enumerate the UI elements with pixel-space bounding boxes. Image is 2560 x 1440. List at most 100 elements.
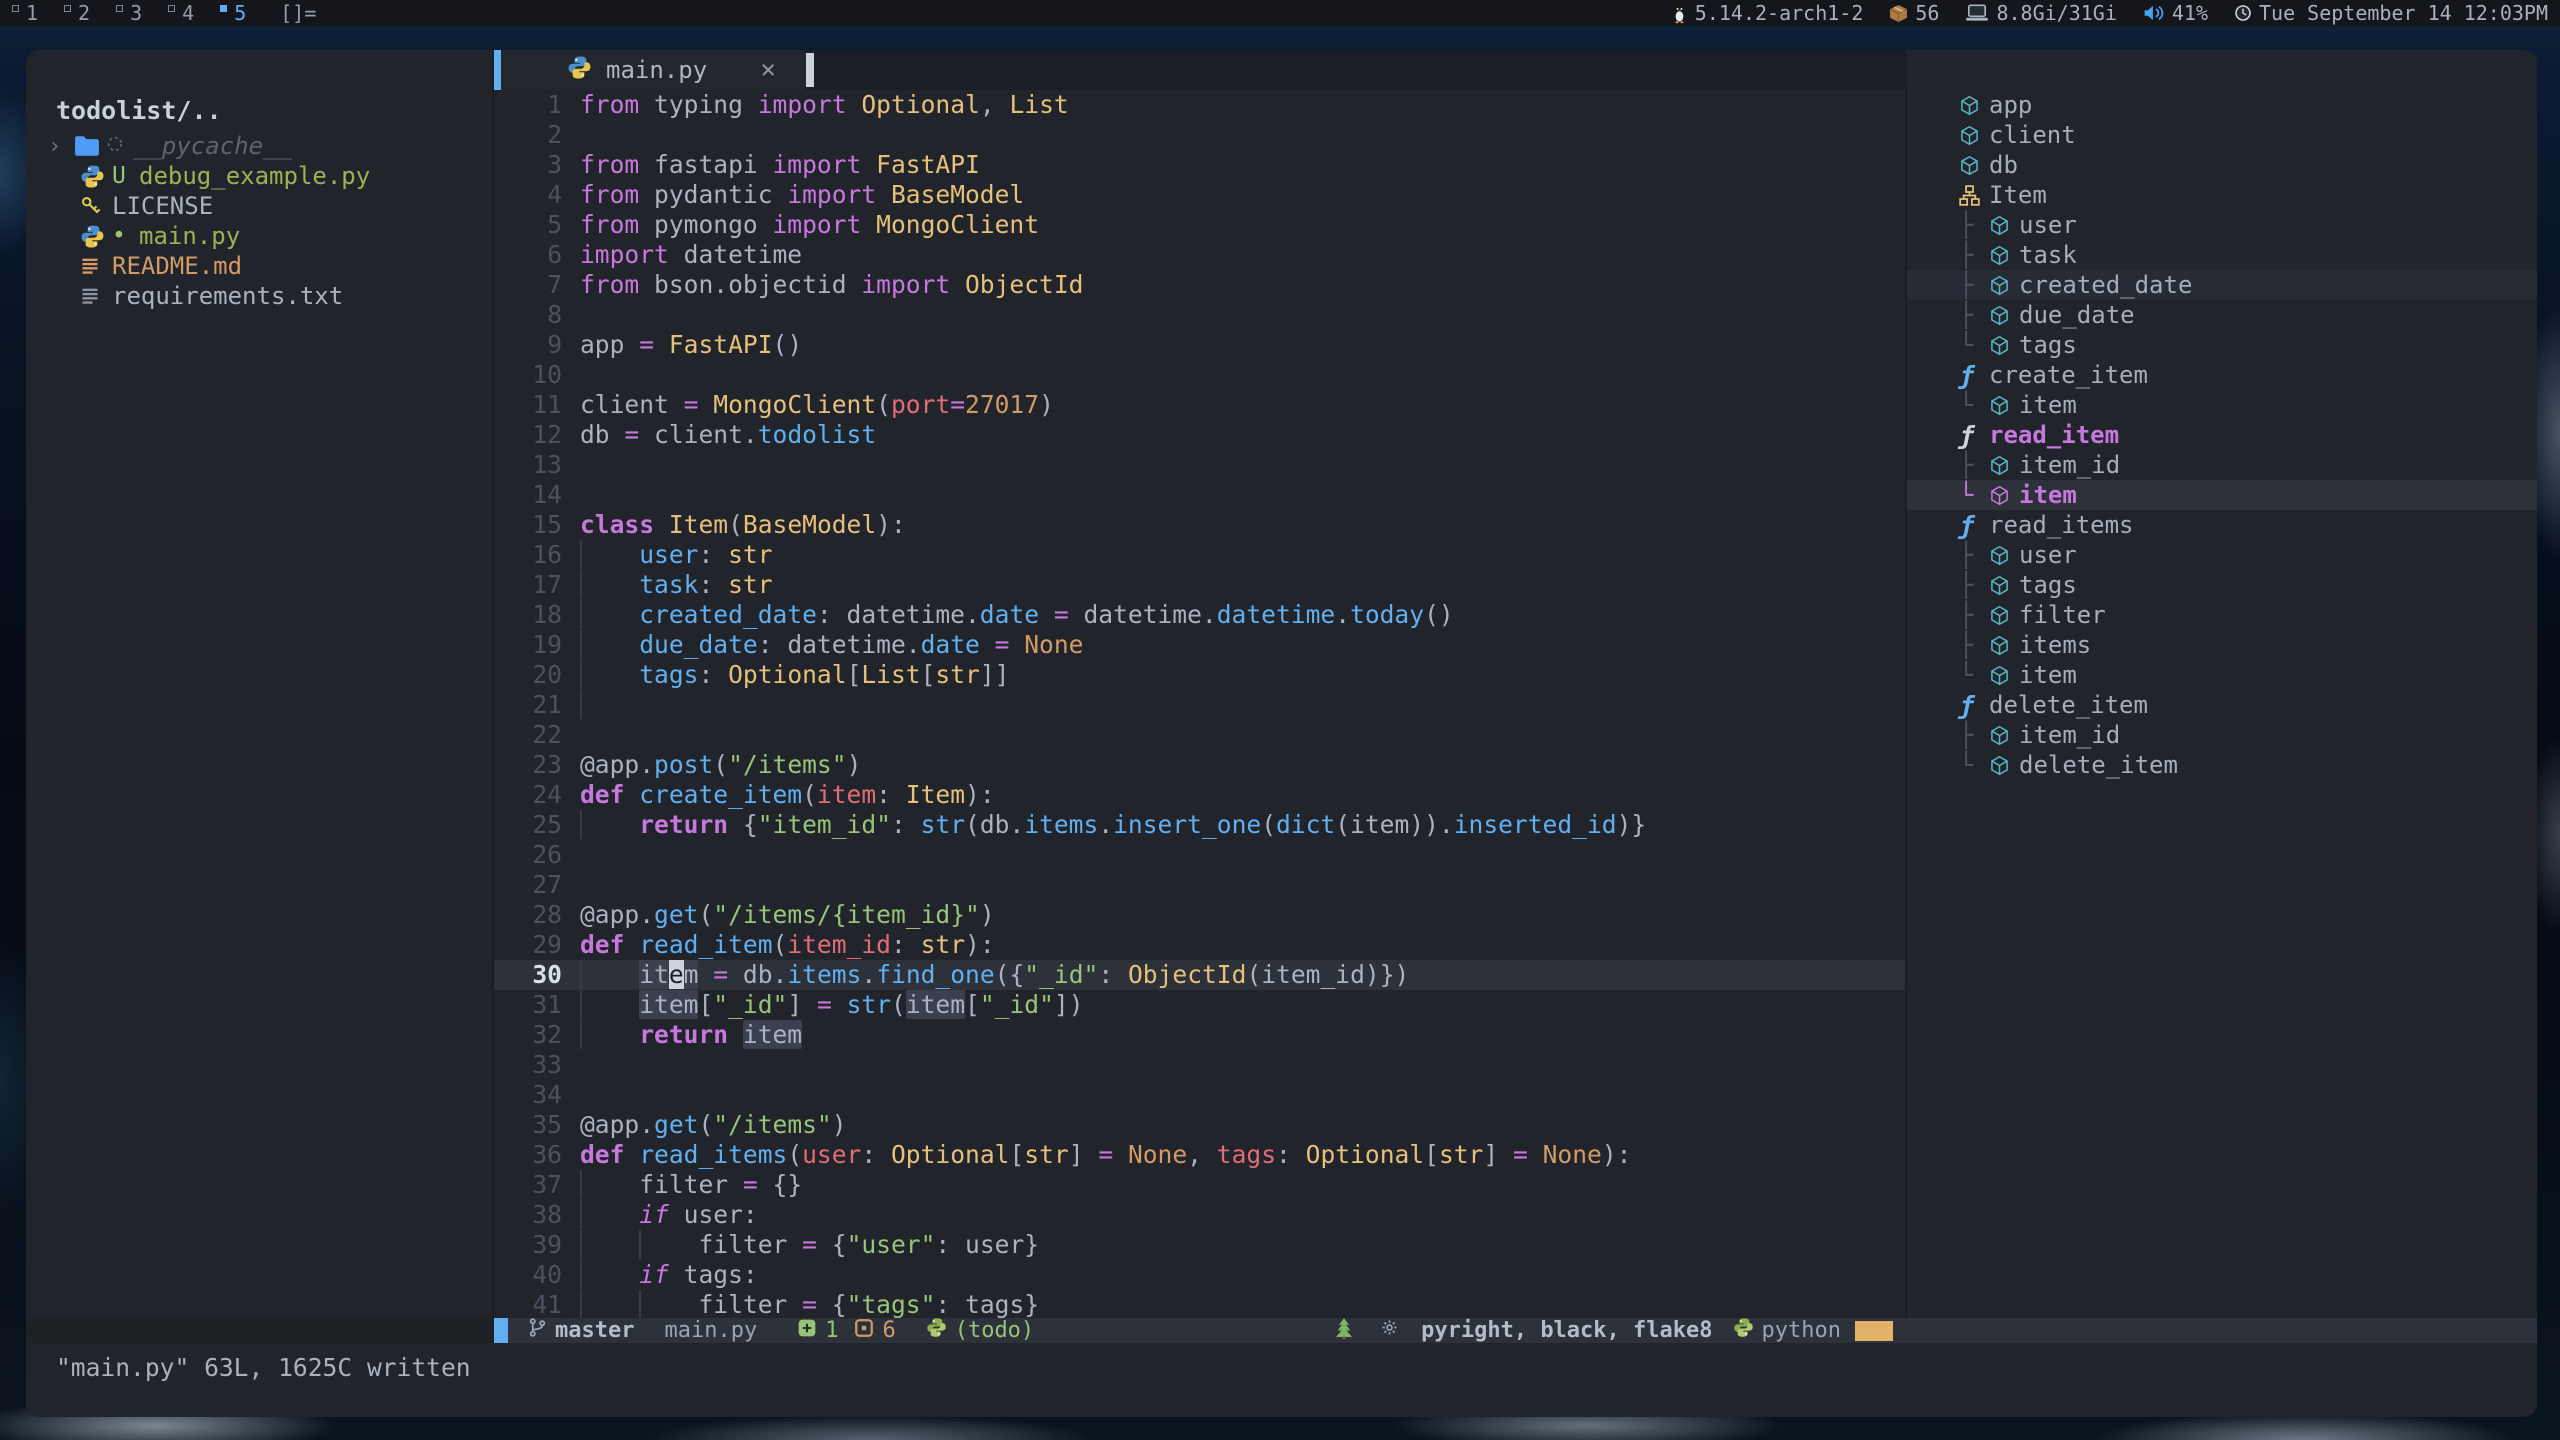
git-changed-segment: 6: [854, 1318, 895, 1344]
tree-item-main-py[interactable]: •main.py: [26, 221, 492, 251]
code-line-30[interactable]: 30 item = db.items.find_one({"_id": Obje…: [494, 960, 1905, 990]
code-line-27[interactable]: 27: [494, 870, 1905, 900]
code-line-12[interactable]: 12db = client.todolist: [494, 420, 1905, 450]
code-line-3[interactable]: 3from fastapi import FastAPI: [494, 150, 1905, 180]
code-line-7[interactable]: 7from bson.objectid import ObjectId: [494, 270, 1905, 300]
code-line-40[interactable]: 40 if tags:: [494, 1260, 1905, 1290]
git-added-count: 1: [825, 1318, 838, 1343]
outline-item-Item[interactable]: Item: [1907, 180, 2537, 210]
workspace-3[interactable]: 3: [116, 1, 142, 25]
workspace-4[interactable]: 4: [168, 1, 194, 25]
code-line-33[interactable]: 33: [494, 1050, 1905, 1080]
tree-item-readme-md[interactable]: README.md: [26, 251, 492, 281]
code-line-13[interactable]: 13: [494, 450, 1905, 480]
outline-item-item[interactable]: └item: [1907, 390, 2537, 420]
terminal-cursor-bar: [806, 53, 814, 87]
code-line-8[interactable]: 8: [494, 300, 1905, 330]
code-line-22[interactable]: 22: [494, 720, 1905, 750]
code-line-25[interactable]: 25 return {"item_id": str(db.items.inser…: [494, 810, 1905, 840]
code-line-4[interactable]: 4from pydantic import BaseModel: [494, 180, 1905, 210]
outline-item-db[interactable]: db: [1907, 150, 2537, 180]
command-line[interactable]: "main.py" 63L, 1625C written: [26, 1343, 2537, 1417]
code-line-28[interactable]: 28@app.get("/items/{item_id}"): [494, 900, 1905, 930]
outline-item-item_id[interactable]: ├item_id: [1907, 720, 2537, 750]
code-line-1[interactable]: 1from typing import Optional, List: [494, 90, 1905, 120]
outline-item-tags[interactable]: └tags: [1907, 330, 2537, 360]
variable-cube-icon: [1989, 395, 2019, 416]
code-line-20[interactable]: 20 tags: Optional[List[str]]: [494, 660, 1905, 690]
outline-item-filter[interactable]: ├filter: [1907, 600, 2537, 630]
workspace-5[interactable]: 5: [220, 1, 246, 25]
class-icon: [1959, 185, 1989, 206]
outline-item-user[interactable]: ├user: [1907, 210, 2537, 240]
code-line-26[interactable]: 26: [494, 840, 1905, 870]
code-line-29[interactable]: 29def read_item(item_id: str):: [494, 930, 1905, 960]
venv-name: (todo): [955, 1318, 1034, 1343]
outline-item-read_items[interactable]: ƒread_items: [1907, 510, 2537, 540]
tree-item-debug-example-py[interactable]: Udebug_example.py: [26, 161, 492, 191]
code-line-9[interactable]: 9app = FastAPI(): [494, 330, 1905, 360]
mode-accent-bar: [494, 1318, 508, 1343]
code-line-11[interactable]: 11client = MongoClient(port=27017): [494, 390, 1905, 420]
code-line-32[interactable]: 32 return item: [494, 1020, 1905, 1050]
tab-close-icon[interactable]: ×: [760, 55, 776, 85]
code-line-16[interactable]: 16 user: str: [494, 540, 1905, 570]
code-line-19[interactable]: 19 due_date: datetime.date = None: [494, 630, 1905, 660]
git-ignored-icon: [106, 133, 133, 159]
outline-item-item_id[interactable]: ├item_id: [1907, 450, 2537, 480]
volume-icon: [2143, 4, 2165, 22]
statusline-filename: main.py: [664, 1318, 757, 1343]
code-line-6[interactable]: 6import datetime: [494, 240, 1905, 270]
tab-main-py[interactable]: main.py ×: [501, 50, 806, 90]
workspace-1[interactable]: 1: [12, 1, 38, 25]
tree-root-folder[interactable]: todolist/..: [56, 96, 492, 125]
code-line-5[interactable]: 5from pymongo import MongoClient: [494, 210, 1905, 240]
tree-connector: ├: [1959, 271, 1989, 299]
outline-item-items[interactable]: ├items: [1907, 630, 2537, 660]
tree-item-license[interactable]: LICENSE: [26, 191, 492, 221]
code-line-23[interactable]: 23@app.post("/items"): [494, 750, 1905, 780]
code-text: from fastapi import FastAPI: [580, 150, 980, 180]
outline-item-delete_item[interactable]: └delete_item: [1907, 750, 2537, 780]
code-line-21[interactable]: 21: [494, 690, 1905, 720]
code-line-14[interactable]: 14: [494, 480, 1905, 510]
git-untracked-badge: U: [112, 163, 139, 189]
treesitter-icon: [1334, 1317, 1354, 1345]
code-line-39[interactable]: 39 filter = {"user": user}: [494, 1230, 1905, 1260]
code-line-17[interactable]: 17 task: str: [494, 570, 1905, 600]
outline-item-delete_item[interactable]: ƒdelete_item: [1907, 690, 2537, 720]
code-line-15[interactable]: 15class Item(BaseModel):: [494, 510, 1905, 540]
code-line-24[interactable]: 24def create_item(item: Item):: [494, 780, 1905, 810]
code-line-34[interactable]: 34: [494, 1080, 1905, 1110]
outline-item-due_date[interactable]: ├due_date: [1907, 300, 2537, 330]
code-line-18[interactable]: 18 created_date: datetime.date = datetim…: [494, 600, 1905, 630]
outline-item-created_date[interactable]: ├created_date: [1907, 270, 2537, 300]
linters-list: pyright, black, flake8: [1421, 1318, 1712, 1343]
tree-item--pycache-[interactable]: ›__pycache__: [26, 131, 492, 161]
outline-item-client[interactable]: client: [1907, 120, 2537, 150]
gear-icon: [1380, 1318, 1399, 1343]
code-line-35[interactable]: 35@app.get("/items"): [494, 1110, 1905, 1140]
code-line-2[interactable]: 2: [494, 120, 1905, 150]
cursor-block: e: [669, 960, 684, 989]
code-line-10[interactable]: 10: [494, 360, 1905, 390]
code-line-31[interactable]: 31 item["_id"] = str(item["_id"]): [494, 990, 1905, 1020]
workspace-2[interactable]: 2: [64, 1, 90, 25]
code-line-37[interactable]: 37 filter = {}: [494, 1170, 1905, 1200]
outline-item-label: items: [2019, 631, 2091, 659]
code-line-38[interactable]: 38 if user:: [494, 1200, 1905, 1230]
outline-item-user[interactable]: ├user: [1907, 540, 2537, 570]
outline-item-app[interactable]: app: [1907, 90, 2537, 120]
outline-item-item[interactable]: └item: [1907, 660, 2537, 690]
code-line-41[interactable]: 41 filter = {"tags": tags}: [494, 1290, 1905, 1318]
code-line-36[interactable]: 36def read_items(user: Optional[str] = N…: [494, 1140, 1905, 1170]
line-number: 15: [494, 510, 562, 540]
volume-indicator[interactable]: 41%: [2143, 1, 2208, 25]
outline-item-tags[interactable]: ├tags: [1907, 570, 2537, 600]
outline-item-task[interactable]: ├task: [1907, 240, 2537, 270]
layout-symbol[interactable]: []=: [280, 1, 316, 25]
tree-item-requirements-txt[interactable]: requirements.txt: [26, 281, 492, 311]
outline-item-create_item[interactable]: ƒcreate_item: [1907, 360, 2537, 390]
outline-item-read_item[interactable]: ƒread_item: [1907, 420, 2537, 450]
outline-item-item[interactable]: └item: [1907, 480, 2537, 510]
